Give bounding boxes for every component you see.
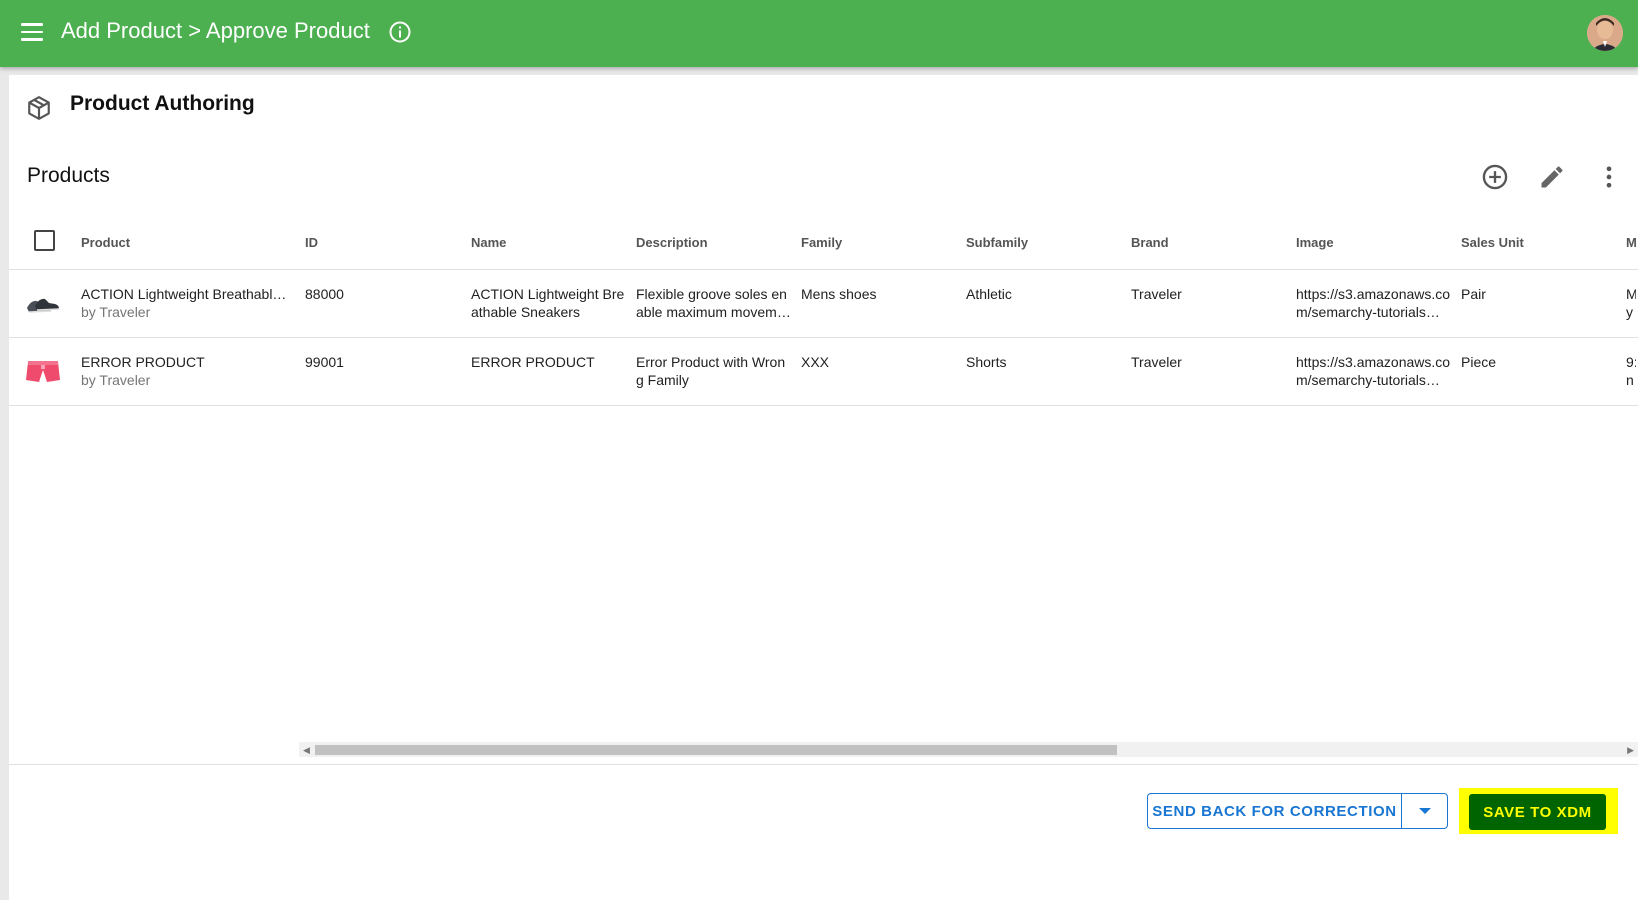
cell-subfamily: Athletic: [966, 286, 1012, 302]
scroll-right-arrow-icon[interactable]: ▶: [1627, 745, 1634, 756]
info-icon[interactable]: [388, 20, 412, 44]
product-brand: by Traveler: [81, 372, 151, 388]
cell-description: Error Product with Wrong Family: [636, 354, 786, 388]
cell-image: https://s3.amazonaws.com/semarchy-tutori…: [1296, 286, 1451, 320]
add-circle-icon[interactable]: [1481, 163, 1509, 191]
column-header-subfamily[interactable]: Subfamily: [966, 235, 1028, 250]
send-back-for-correction-button[interactable]: SEND BACK FOR CORRECTION: [1147, 793, 1401, 829]
scroll-left-arrow-icon[interactable]: ◀: [303, 745, 310, 756]
cell-id: 99001: [305, 354, 344, 370]
scrollbar-thumb[interactable]: [315, 745, 1117, 755]
column-header-image[interactable]: Image: [1296, 235, 1334, 250]
app-title: Add Product > Approve Product: [61, 18, 370, 43]
cell-sales-unit: Piece: [1461, 354, 1497, 370]
cell-image: https://s3.amazonaws.com/semarchy-tutori…: [1296, 354, 1451, 388]
cell-sales-unit: Pair: [1461, 286, 1486, 302]
column-header-name[interactable]: Name: [471, 235, 506, 250]
more-vertical-icon[interactable]: [1595, 163, 1623, 191]
main-panel: Product Authoring Products Product ID Na…: [9, 75, 1638, 900]
chevron-down-icon: [1418, 808, 1431, 814]
cell-subfamily: Shorts: [966, 354, 1007, 370]
page-title: Product Authoring: [70, 92, 255, 115]
select-all-checkbox[interactable]: [34, 230, 55, 251]
table-row[interactable]: ACTION Lightweight Breathabl… by Travele…: [9, 270, 1638, 338]
footer-divider: [9, 764, 1638, 765]
hamburger-menu-icon[interactable]: [21, 23, 43, 41]
cell-brand: Traveler: [1131, 286, 1182, 302]
table-header: Product ID Name Description Family Subfa…: [9, 215, 1638, 270]
product-name: ERROR PRODUCT: [81, 354, 205, 370]
column-header-description[interactable]: Description: [636, 235, 708, 250]
app-bar: Add Product > Approve Product: [0, 0, 1638, 67]
column-header-product[interactable]: Product: [81, 235, 130, 250]
cell-name: ERROR PRODUCT: [471, 354, 595, 370]
column-header-id[interactable]: ID: [305, 235, 318, 250]
table-row[interactable]: ERROR PRODUCT by Traveler 99001 ERROR PR…: [9, 338, 1638, 406]
shoe-thumbnail: [27, 298, 60, 313]
cell-id: 88000: [305, 286, 344, 302]
column-header-sales-unit[interactable]: Sales Unit: [1461, 235, 1524, 250]
cell-name: ACTION Lightweight Breathable Sneakers: [471, 286, 625, 320]
edit-pencil-icon[interactable]: [1538, 163, 1566, 191]
cell-family: Mens shoes: [801, 286, 877, 302]
cell-description: Flexible groove soles enable maximum mov…: [636, 286, 791, 320]
products-table: Product ID Name Description Family Subfa…: [9, 215, 1638, 485]
shorts-thumbnail: [26, 361, 60, 382]
section-title: Products: [27, 164, 110, 187]
product-brand: by Traveler: [81, 304, 151, 320]
cell-m: 9:ne: [1626, 354, 1636, 388]
product-name: ACTION Lightweight Breathabl…: [81, 286, 287, 302]
horizontal-scrollbar[interactable]: ◀ ▶: [299, 742, 1638, 757]
send-back-dropdown-button[interactable]: [1401, 793, 1448, 829]
column-header-family[interactable]: Family: [801, 235, 842, 250]
cell-brand: Traveler: [1131, 354, 1182, 370]
column-header-m[interactable]: M: [1626, 235, 1637, 250]
cube-icon: [28, 96, 50, 120]
cell-family: XXX: [801, 354, 830, 370]
save-to-xdm-button[interactable]: SAVE TO XDM: [1469, 794, 1606, 830]
column-header-brand[interactable]: Brand: [1131, 235, 1169, 250]
cell-m: My: [1626, 286, 1636, 320]
user-avatar[interactable]: [1587, 15, 1623, 51]
